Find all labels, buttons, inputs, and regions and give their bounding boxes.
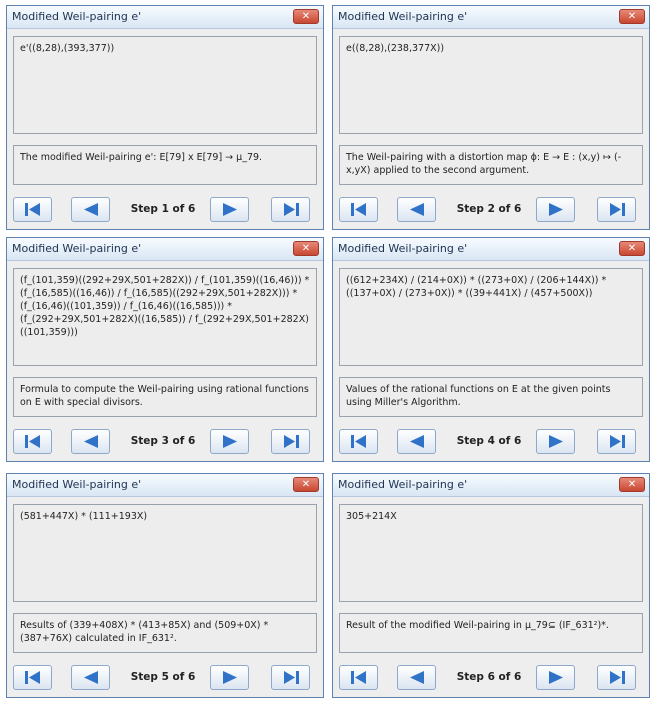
previous-arrow-icon <box>84 435 98 448</box>
skip-to-last-icon <box>284 203 299 216</box>
last-step-button[interactable] <box>271 429 310 454</box>
title-bar: Modified Weil-pairing e' ✕ <box>7 6 323 29</box>
close-icon[interactable]: ✕ <box>293 477 319 492</box>
first-step-button[interactable] <box>13 197 52 222</box>
previous-arrow-icon <box>84 203 98 216</box>
description-text: The Weil-pairing with a distortion map ϕ… <box>339 145 643 185</box>
expression-display: 305+214X <box>339 504 643 602</box>
close-icon[interactable]: ✕ <box>293 241 319 256</box>
dialog-step-1: Modified Weil-pairing e' ✕ e'((8,28),(39… <box>6 5 324 230</box>
title-bar: Modified Weil-pairing e' ✕ <box>333 6 649 29</box>
first-step-button[interactable] <box>339 665 378 690</box>
skip-to-first-icon <box>351 435 366 448</box>
expression-display: ((612+234X) / (214+0X)) * ((273+0X) / (2… <box>339 268 643 366</box>
dialog-step-2: Modified Weil-pairing e' ✕ e((8,28),(238… <box>332 5 650 230</box>
skip-to-last-icon <box>610 203 625 216</box>
next-step-button[interactable] <box>210 665 249 690</box>
description-text: Values of the rational functions on E at… <box>339 377 643 417</box>
next-step-button[interactable] <box>210 429 249 454</box>
window-title: Modified Weil-pairing e' <box>12 242 142 255</box>
title-bar: Modified Weil-pairing e' ✕ <box>333 474 649 497</box>
last-step-button[interactable] <box>271 665 310 690</box>
description-text: Formula to compute the Weil-pairing usin… <box>13 377 317 417</box>
step-indicator: Step 6 of 6 <box>456 671 522 683</box>
next-step-button[interactable] <box>536 665 575 690</box>
expression-display: e((8,28),(238,377X)) <box>339 36 643 134</box>
step-indicator: Step 4 of 6 <box>456 435 522 447</box>
step-navigation: Step 5 of 6 <box>7 663 323 693</box>
expression-display: (f_(101,359)((292+29X,501+282X)) / f_(10… <box>13 268 317 366</box>
previous-arrow-icon <box>410 671 424 684</box>
last-step-button[interactable] <box>271 197 310 222</box>
step-indicator: Step 2 of 6 <box>456 203 522 215</box>
first-step-button[interactable] <box>339 429 378 454</box>
window-title: Modified Weil-pairing e' <box>338 10 468 23</box>
previous-step-button[interactable] <box>71 197 110 222</box>
last-step-button[interactable] <box>597 429 636 454</box>
skip-to-first-icon <box>25 203 40 216</box>
skip-to-last-icon <box>284 671 299 684</box>
dialog-step-3: Modified Weil-pairing e' ✕ (f_(101,359)(… <box>6 237 324 462</box>
first-step-button[interactable] <box>13 429 52 454</box>
step-navigation: Step 3 of 6 <box>7 427 323 457</box>
expression-display: (581+447X) * (111+193X) <box>13 504 317 602</box>
next-arrow-icon <box>549 435 563 448</box>
step-navigation: Step 1 of 6 <box>7 195 323 225</box>
title-bar: Modified Weil-pairing e' ✕ <box>333 238 649 261</box>
step-navigation: Step 4 of 6 <box>333 427 649 457</box>
skip-to-last-icon <box>610 435 625 448</box>
last-step-button[interactable] <box>597 197 636 222</box>
previous-arrow-icon <box>410 203 424 216</box>
skip-to-first-icon <box>351 203 366 216</box>
skip-to-first-icon <box>351 671 366 684</box>
step-navigation: Step 6 of 6 <box>333 663 649 693</box>
next-step-button[interactable] <box>210 197 249 222</box>
step-indicator: Step 1 of 6 <box>130 203 196 215</box>
next-step-button[interactable] <box>536 429 575 454</box>
title-bar: Modified Weil-pairing e' ✕ <box>7 238 323 261</box>
window-title: Modified Weil-pairing e' <box>338 478 468 491</box>
skip-to-last-icon <box>284 435 299 448</box>
window-title: Modified Weil-pairing e' <box>12 478 142 491</box>
dialog-step-6: Modified Weil-pairing e' ✕ 305+214X Resu… <box>332 473 650 698</box>
first-step-button[interactable] <box>13 665 52 690</box>
close-icon[interactable]: ✕ <box>293 9 319 24</box>
description-text: The modified Weil-pairing e': E[79] x E[… <box>13 145 317 185</box>
skip-to-first-icon <box>25 435 40 448</box>
title-bar: Modified Weil-pairing e' ✕ <box>7 474 323 497</box>
close-icon[interactable]: ✕ <box>619 9 645 24</box>
dialog-step-5: Modified Weil-pairing e' ✕ (581+447X) * … <box>6 473 324 698</box>
step-indicator: Step 5 of 6 <box>130 671 196 683</box>
dialog-step-4: Modified Weil-pairing e' ✕ ((612+234X) /… <box>332 237 650 462</box>
last-step-button[interactable] <box>597 665 636 690</box>
description-text: Results of (339+408X) * (413+85X) and (5… <box>13 613 317 653</box>
next-arrow-icon <box>549 203 563 216</box>
step-indicator: Step 3 of 6 <box>130 435 196 447</box>
next-arrow-icon <box>223 203 237 216</box>
previous-arrow-icon <box>84 671 98 684</box>
previous-step-button[interactable] <box>71 429 110 454</box>
next-step-button[interactable] <box>536 197 575 222</box>
description-text: Result of the modified Weil-pairing in μ… <box>339 613 643 653</box>
first-step-button[interactable] <box>339 197 378 222</box>
next-arrow-icon <box>223 435 237 448</box>
previous-arrow-icon <box>410 435 424 448</box>
window-title: Modified Weil-pairing e' <box>338 242 468 255</box>
close-icon[interactable]: ✕ <box>619 477 645 492</box>
previous-step-button[interactable] <box>71 665 110 690</box>
close-icon[interactable]: ✕ <box>619 241 645 256</box>
expression-display: e'((8,28),(393,377)) <box>13 36 317 134</box>
previous-step-button[interactable] <box>397 665 436 690</box>
step-navigation: Step 2 of 6 <box>333 195 649 225</box>
previous-step-button[interactable] <box>397 197 436 222</box>
skip-to-first-icon <box>25 671 40 684</box>
window-title: Modified Weil-pairing e' <box>12 10 142 23</box>
next-arrow-icon <box>223 671 237 684</box>
previous-step-button[interactable] <box>397 429 436 454</box>
skip-to-last-icon <box>610 671 625 684</box>
next-arrow-icon <box>549 671 563 684</box>
